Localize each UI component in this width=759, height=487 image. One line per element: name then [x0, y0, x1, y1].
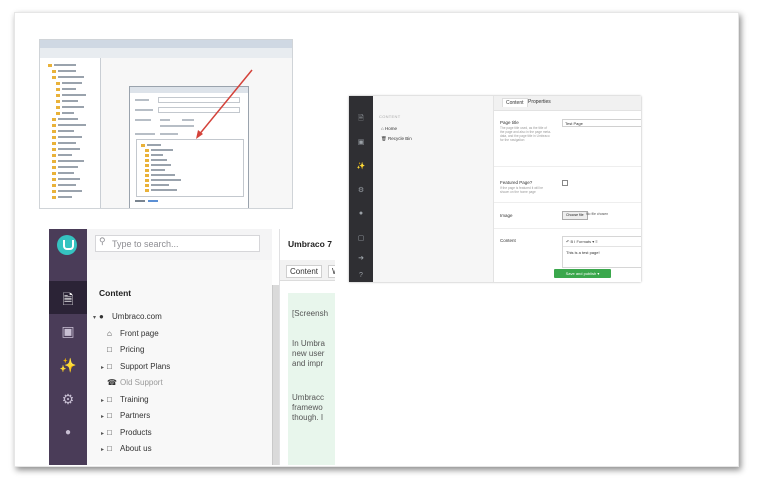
tree-item-recycle-bin[interactable]: 🗑 Recycle Bin	[381, 136, 412, 142]
tree-node-label: About us	[120, 444, 152, 453]
content-line: framewo	[292, 403, 323, 412]
page-title-input[interactable]: Test Page	[562, 119, 641, 127]
content-line: though. I	[292, 413, 324, 422]
tree-node[interactable]: ☎ Old Support	[101, 378, 163, 387]
tree-node-label: Partners	[120, 411, 151, 420]
tree-node[interactable]: ▸ □ Partners	[101, 411, 150, 420]
field-label: Page title	[500, 120, 519, 125]
tab-content[interactable]: Content	[502, 98, 528, 107]
tree-node-label: Pricing	[120, 345, 145, 354]
tree-node-label: Products	[120, 427, 152, 437]
editor-title: Umbraco 7	[288, 239, 332, 249]
editor-tabs: Content Properties	[494, 96, 641, 111]
content-line: [Screensh	[292, 309, 329, 318]
rich-text-editor[interactable]: ↶ B I Formats ▾ ≡ This is a test page!	[562, 236, 641, 268]
content-line: and impr	[292, 359, 324, 368]
doc-icon: □	[107, 411, 112, 420]
tree-node[interactable]: □ Pricing	[101, 345, 144, 354]
members-icon[interactable]: ▢	[349, 234, 373, 242]
media-icon[interactable]: ▣	[349, 138, 373, 146]
field-hint: The page title used, as the title of the…	[500, 126, 552, 142]
editor-tabs: Content W	[280, 260, 335, 281]
editor-content-tree: CONTENT ⌂ Home 🗑 Recycle Bin	[373, 96, 494, 282]
tab-content[interactable]: Content	[286, 265, 323, 278]
settings-icon[interactable]: ⚙	[349, 186, 373, 194]
help-icon[interactable]: ?	[349, 272, 373, 279]
tree-item-label: Recycle Bin	[387, 136, 412, 141]
tree-node-label: Training	[120, 394, 149, 404]
red-arrow-icon	[196, 69, 253, 139]
rte-toolbar[interactable]: ↶ B I Formats ▾ ≡	[563, 237, 641, 247]
users-icon[interactable]: ●	[49, 427, 87, 438]
tree-node[interactable]: ▸ □ Products	[101, 428, 152, 437]
field-label: Featured Page?	[500, 180, 533, 185]
tree-node-label: Umbraco.com	[112, 312, 162, 321]
section-sidebar: 🗎 ▣ ✨ ⚙ ●	[49, 229, 87, 465]
home-icon: ⌂	[107, 328, 112, 338]
doc-icon: □	[107, 444, 112, 453]
doc-icon: □	[107, 394, 112, 404]
legacy-umbraco-screenshot	[39, 39, 293, 209]
no-file-label: No file chosen	[586, 212, 609, 216]
tab-w[interactable]: W	[328, 265, 335, 278]
content-icon[interactable]: 🗎	[49, 289, 87, 313]
tree-section-title: Content	[99, 288, 132, 298]
editor-form: Content Properties Page title The page t…	[494, 96, 641, 282]
users-icon[interactable]: ●	[349, 210, 373, 217]
tree-node[interactable]: ▸ □ About us	[101, 444, 152, 453]
doc-icon: □	[107, 361, 112, 371]
developer-icon[interactable]: ✨	[49, 357, 87, 374]
tree-node[interactable]: ▾ ● Umbraco.com	[93, 312, 162, 321]
editor-sidebar: 🗎 ▣ ✨ ⚙ ● ▢ ➜ ?	[349, 96, 373, 282]
presentation-slide: 🗎 ▣ ✨ ⚙ ● Type to search... ⚲ Content ▾ ●…	[14, 12, 739, 467]
content-tree: Content ▾ ● Umbraco.com ⌂ Front page □ Pricing…	[87, 260, 272, 465]
tab-properties[interactable]: Properties	[528, 99, 551, 105]
search-input[interactable]: Type to search...	[95, 235, 260, 252]
search-icon: ⚲	[99, 236, 106, 246]
tree-node-label: Front page	[120, 328, 159, 338]
tree-item-home[interactable]: ⌂ Home	[381, 126, 397, 131]
search-bar: Type to search... ⚲	[87, 229, 272, 261]
globe-icon: ●	[99, 312, 104, 321]
content-line: Umbracc	[292, 393, 325, 402]
doc-icon: □	[107, 427, 112, 437]
field-label: Content	[500, 238, 516, 243]
tree-node-label: Support Plans	[120, 361, 171, 371]
tree-node[interactable]: ⌂ Front page	[101, 329, 159, 338]
settings-icon[interactable]: ⚙	[49, 391, 87, 408]
featured-checkbox[interactable]	[562, 180, 568, 186]
content-icon[interactable]: 🗎	[349, 114, 373, 125]
save-and-publish-button[interactable]: Save and publish ▾	[554, 269, 611, 278]
developer-icon[interactable]: ✨	[349, 162, 373, 170]
editor-pane: Umbraco 7 Content W [Screensh In Umbra n…	[279, 229, 335, 465]
doc-icon: □	[107, 345, 112, 354]
field-label: Image	[500, 213, 513, 218]
content-editor-screenshot: 🗎 ▣ ✨ ⚙ ● ▢ ➜ ? CONTENT ⌂ Home 🗑 Recycle…	[349, 96, 641, 282]
tree-caption: CONTENT	[379, 114, 401, 119]
umbraco7-backoffice-screenshot: 🗎 ▣ ✨ ⚙ ● Type to search... ⚲ Content ▾ ●…	[49, 229, 335, 465]
umbraco-logo-icon	[57, 235, 77, 255]
field-hint: If the page is featured it will be shown…	[500, 186, 544, 194]
content-line: new user	[292, 349, 325, 358]
rte-body[interactable]: This is a test page!	[563, 247, 641, 258]
content-line: In Umbra	[292, 339, 325, 348]
media-icon[interactable]: ▣	[49, 323, 87, 340]
tree-node-label: Old Support	[120, 378, 163, 387]
choose-file-button[interactable]: Choose file	[562, 211, 588, 220]
tree-node[interactable]: ▸ □ Training	[101, 395, 149, 404]
support-icon: ☎	[107, 378, 117, 387]
forward-icon[interactable]: ➜	[349, 254, 373, 262]
tree-node[interactable]: ▸ □ Support Plans	[101, 362, 170, 371]
tree-item-label: Home	[384, 126, 397, 131]
